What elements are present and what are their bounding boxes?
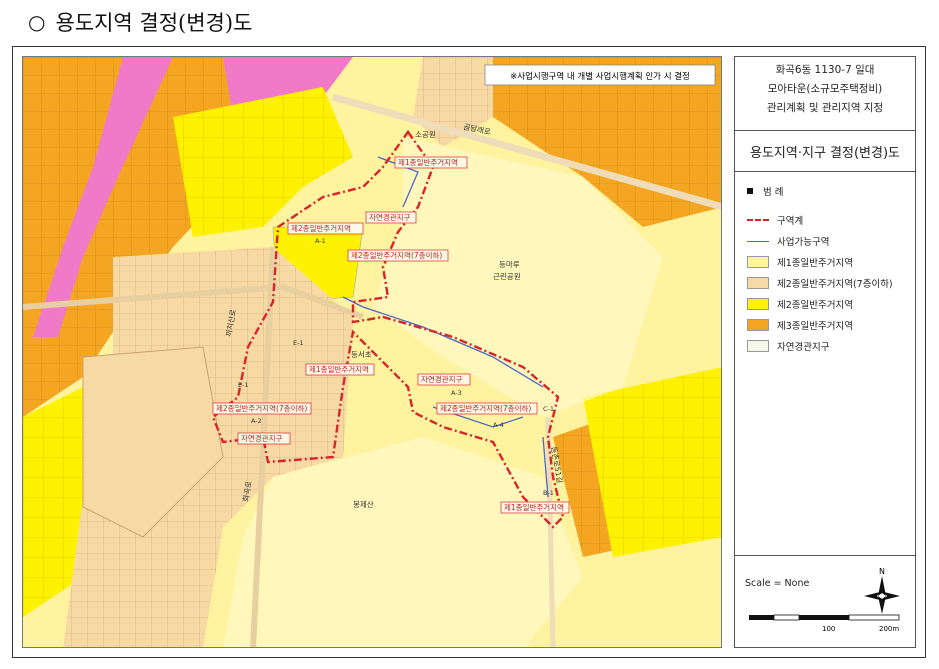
legend: 범 례 구역계 사업가능구역 제1종일반주거지역 제2종일반주거지역(7층이하)… <box>735 172 915 356</box>
line-icon <box>747 240 769 242</box>
label-a3: A-3 <box>451 389 462 397</box>
legend-item-label: 사업가능구역 <box>777 237 830 248</box>
label-b1: B-1 <box>543 489 554 497</box>
label-zone27c: 제2종일반주거지역(7층이하) <box>440 403 531 413</box>
plan-subtitle: 용도지역·지구 결정(변경)도 <box>735 131 915 172</box>
scale-bar: 100 200m <box>749 614 900 633</box>
square-bullet-icon <box>747 188 753 194</box>
swatch-icon <box>747 319 769 331</box>
zoning-map[interactable]: ※사업시행구역 내 개별 사업시행계획 인가 시 결정 소공원 곰달래로 등마루… <box>22 56 722 648</box>
label-e1b: E-1 <box>238 381 249 389</box>
plan-title-line: 화곡6동 1130-7 일대 <box>775 64 875 76</box>
plan-title-block: 화곡6동 1130-7 일대 모아타운(소규모주택정비) 관리계획 및 관리지역… <box>735 57 915 131</box>
label-zone1: 제1종일반주거지역 <box>398 157 458 167</box>
label-a4: A-4 <box>493 421 504 429</box>
legend-item-label: 제2종일반주거지역 <box>777 300 853 311</box>
plan-title-line: 관리계획 및 관리지역 지정 <box>766 102 884 114</box>
legend-item-label: 구역계 <box>777 216 804 227</box>
plan-title-line: 모아타운(소규모주택정비) <box>767 83 883 95</box>
label-zone1b: 제1종일반주거지역 <box>309 364 369 374</box>
label-park2: 근린공원 <box>493 271 521 281</box>
legend-item-project: 사업가능구역 <box>747 231 915 251</box>
label-zone2-a1: 제2종일반주거지역 <box>291 223 351 233</box>
label-nature2: 자연경관지구 <box>241 433 282 443</box>
swatch-icon <box>747 298 769 310</box>
bullet-icon: ○ <box>28 10 46 34</box>
scale-label-200: 200m <box>879 625 899 633</box>
north-arrow-icon: N <box>864 567 900 614</box>
dash-line-icon <box>747 219 769 221</box>
legend-item-label: 제2종일반주거지역(7층이하) <box>777 279 893 290</box>
legend-heading-label: 범 례 <box>763 187 784 198</box>
label-small-park: 소공원 <box>415 130 436 139</box>
legend-panel: 화곡6동 1130-7 일대 모아타운(소규모주택정비) 관리계획 및 관리지역… <box>734 56 916 648</box>
label-c1: C-1 <box>543 405 554 413</box>
legend-item-label: 자연경관지구 <box>777 342 830 353</box>
scale-text: Scale = None <box>745 578 810 589</box>
label-school: 등서초 <box>351 350 372 359</box>
north-label: N <box>879 567 885 576</box>
label-zone27b: 제2종일반주거지역(7층이하) <box>216 403 307 413</box>
label-zone27: 제2종일반주거지역(7층이하) <box>351 250 442 260</box>
label-nature1: 자연경관지구 <box>369 212 410 222</box>
page-heading: ○ 용도지역 결정(변경)도 <box>28 6 252 38</box>
swatch-icon <box>747 256 769 268</box>
legend-item-label: 제1종일반주거지역 <box>777 258 853 269</box>
scale-label-100: 100 <box>822 625 835 633</box>
legend-item-label: 제3종일반주거지역 <box>777 321 853 332</box>
label-nature3: 자연경관지구 <box>421 374 462 384</box>
label-e1a: E-1 <box>293 339 304 347</box>
swatch-icon <box>747 277 769 289</box>
legend-item-zone3: 제3종일반주거지역 <box>747 315 915 335</box>
label-park: 등마루 <box>499 260 520 269</box>
legend-item-zone1: 제1종일반주거지역 <box>747 252 915 272</box>
label-zone1c: 제1종일반주거지역 <box>504 502 564 512</box>
legend-heading: 범 례 <box>747 184 915 198</box>
scale-block: Scale = None N 100 200m <box>735 555 915 647</box>
note-text: ※사업시행구역 내 개별 사업시행계획 인가 시 결정 <box>510 71 690 82</box>
legend-item-zone2: 제2종일반주거지역 <box>747 294 915 314</box>
page-title: 용도지역 결정(변경)도 <box>55 11 253 35</box>
swatch-icon <box>747 340 769 352</box>
label-a1: A-1 <box>315 237 326 245</box>
legend-item-nature: 자연경관지구 <box>747 336 915 356</box>
legend-item-zone27: 제2종일반주거지역(7층이하) <box>747 273 915 293</box>
label-a2: A-2 <box>251 417 262 425</box>
label-mountain: 봉제산 <box>353 499 374 509</box>
legend-item-boundary: 구역계 <box>747 210 915 230</box>
